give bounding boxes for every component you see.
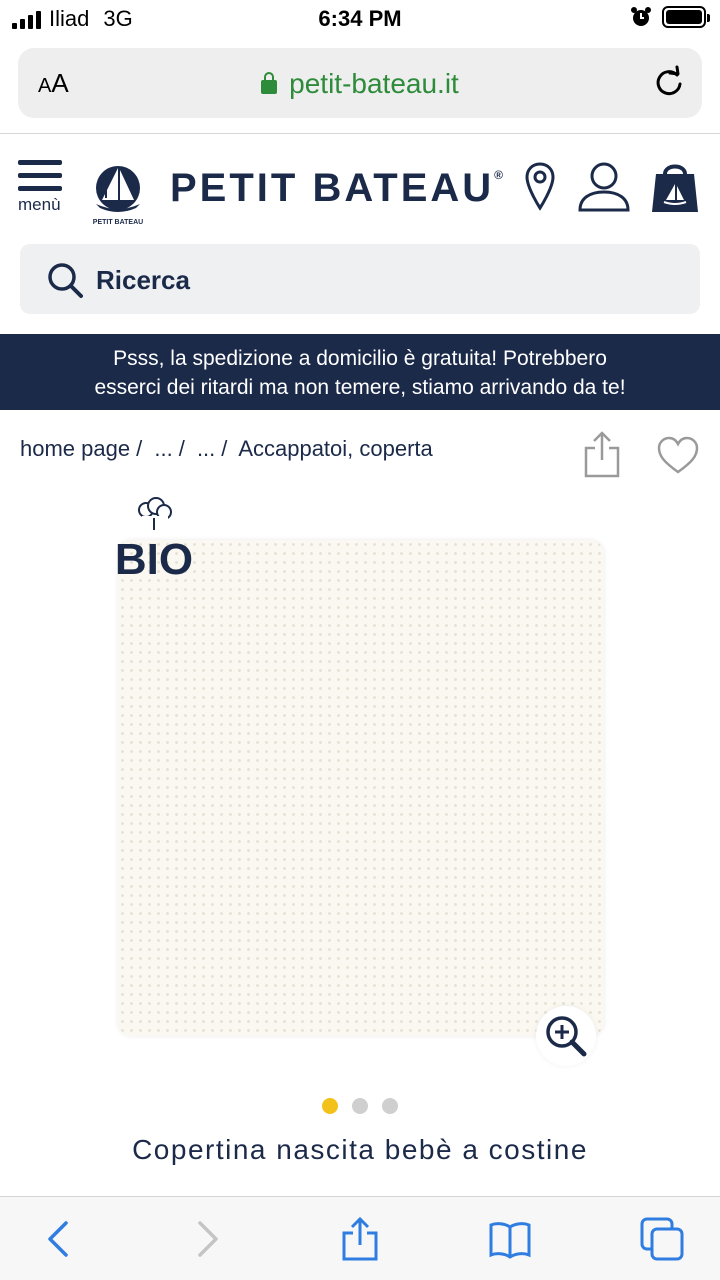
store-locator-icon[interactable] [524,160,556,214]
url-text: petit-bateau.it [289,68,459,99]
back-icon[interactable] [38,1217,82,1261]
browser-address-area: AA petit-bateau.it [0,44,720,134]
zoom-in-icon [546,1016,587,1057]
url-field[interactable]: petit-bateau.it [18,68,702,100]
browser-toolbar [0,1196,720,1280]
alarm-icon [631,7,651,26]
carousel-dot-3[interactable] [382,1098,398,1114]
battery-icon [662,6,710,28]
registered-mark: ® [494,168,503,182]
product-title: Copertina nascita bebè a costine [132,1134,588,1165]
sailboat-logo-icon[interactable]: PETIT BATEAU [84,158,152,226]
account-icon[interactable] [576,160,632,214]
shopping-bag-icon[interactable] [650,156,700,218]
bio-cotton-badge: BIO [115,497,193,578]
promo-line-2: esserci dei ritardi ma non temere, stiam… [94,376,626,399]
bio-badge-text: BIO [115,535,193,578]
carousel-dot-2[interactable] [352,1098,368,1114]
logo-text: PETIT BATEAU [93,219,143,226]
search-icon [48,263,83,298]
brand-text: PETIT BATEAU [170,166,495,210]
status-time: 6:34 PM [318,6,402,31]
bookmarks-icon[interactable] [488,1217,532,1261]
breadcrumb-level-3[interactable]: ... [197,436,215,461]
share-icon[interactable] [582,430,622,478]
tabs-icon[interactable] [640,1217,684,1261]
breadcrumb: home page / ... / ... / Accappatoi, coperta [20,436,433,461]
product-image[interactable] [118,540,604,1036]
shipping-promo-banner: Psss, la spedizione a domicilio è gratui… [0,334,720,410]
breadcrumb-home[interactable]: home page [20,436,130,461]
promo-line-1: Psss, la spedizione a domicilio è gratui… [113,347,607,370]
status-right [630,6,710,28]
lock-icon [261,72,278,94]
search-bar[interactable]: Ricerca [20,244,700,314]
site-header: menù PETIT BATEAU PETIT BATEAU® [0,136,720,240]
status-bar: Iliad 3G 6:34 PM [0,0,720,40]
forward-icon[interactable] [184,1217,228,1261]
menu-button[interactable]: menù [18,160,66,224]
carousel-dot-1[interactable] [322,1098,338,1114]
brand-name[interactable]: PETIT BATEAU® [170,166,503,211]
breadcrumb-current[interactable]: Accappatoi, coperta [238,436,432,461]
wishlist-heart-icon[interactable] [656,434,700,476]
search-placeholder: Ricerca [96,265,190,295]
reload-icon[interactable] [650,64,688,102]
image-carousel-dots [0,1098,720,1114]
breadcrumb-level-2[interactable]: ... [154,436,172,461]
share-sheet-icon[interactable] [338,1217,382,1261]
address-bar[interactable]: AA petit-bateau.it [18,48,702,118]
zoom-button[interactable] [536,1006,596,1066]
menu-label: menù [18,195,61,214]
